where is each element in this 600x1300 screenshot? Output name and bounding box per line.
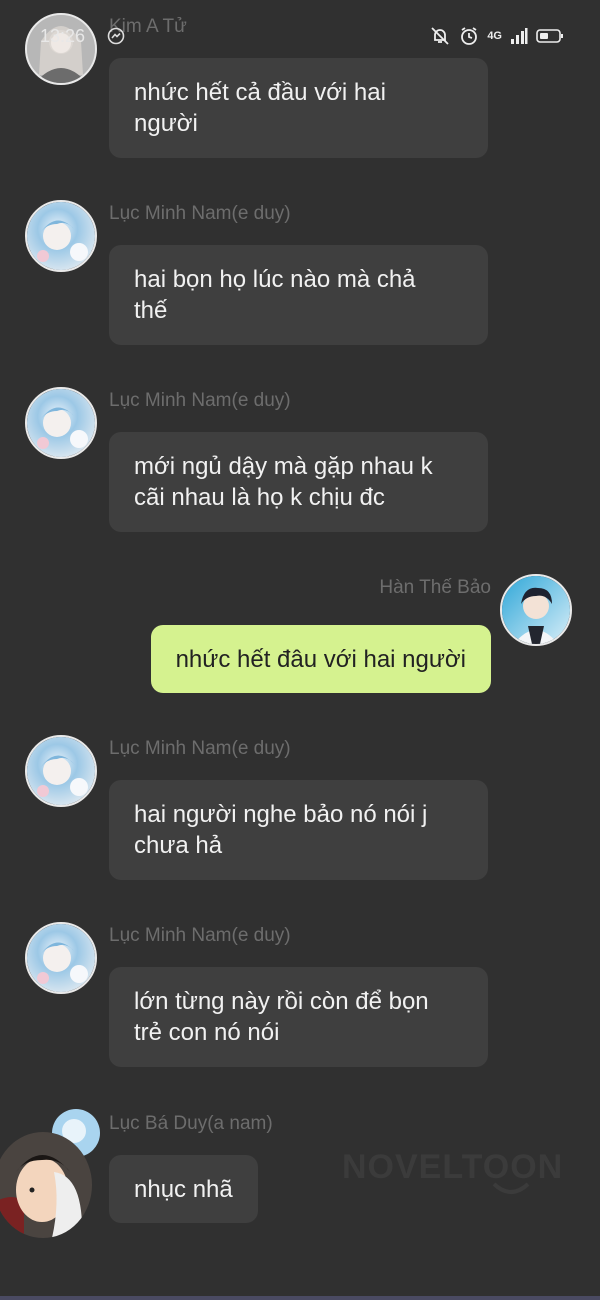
signal-icon — [510, 27, 528, 45]
dark-hair-boy-avatar[interactable] — [500, 574, 572, 646]
message-bubble-self[interactable]: nhức hết đâu với hai người — [150, 625, 491, 693]
alarm-icon — [459, 26, 479, 46]
status-time: 13:26 — [40, 26, 86, 46]
photo-overlay-avatar[interactable] — [0, 1132, 92, 1238]
sender-name: Lục Minh Nam(e duy) — [109, 203, 291, 224]
sender-name: Lục Minh Nam(e duy) — [109, 925, 291, 946]
message-bubble[interactable]: nhục nhã — [109, 1155, 258, 1223]
status-bar: 13:26 4G — [0, 0, 600, 72]
sender-name: Lục Minh Nam(e duy) — [109, 390, 291, 411]
message-bubble[interactable]: lớn từng này rồi còn để bọn trẻ con nó n… — [109, 967, 488, 1067]
message-bubble[interactable]: hai bọn họ lúc nào mà chả thế — [109, 245, 488, 345]
watermark-smile-icon — [490, 1182, 532, 1201]
sender-name: Hàn Thế Bảo — [379, 577, 491, 598]
message-bubble[interactable]: nhức hết cả đầu với hai người — [109, 58, 488, 158]
sender-name: Lục Minh Nam(e duy) — [109, 738, 291, 759]
network-type-label: 4G — [487, 30, 502, 42]
blue-hair-avatar[interactable] — [25, 387, 97, 459]
message-bubble[interactable]: hai người nghe bảo nó nói j chưa hả — [109, 780, 488, 880]
muted-bell-icon — [429, 26, 451, 46]
message-bubble[interactable]: mới ngủ dậy mà gặp nhau k cãi nhau là họ… — [109, 432, 488, 532]
blue-hair-avatar[interactable] — [25, 735, 97, 807]
blue-hair-avatar[interactable] — [25, 200, 97, 272]
battery-icon — [536, 28, 564, 44]
sender-name: Lục Bá Duy(a nam) — [109, 1113, 273, 1134]
home-indicator — [0, 1296, 600, 1300]
messenger-icon — [107, 27, 125, 45]
blue-hair-avatar[interactable] — [25, 922, 97, 994]
